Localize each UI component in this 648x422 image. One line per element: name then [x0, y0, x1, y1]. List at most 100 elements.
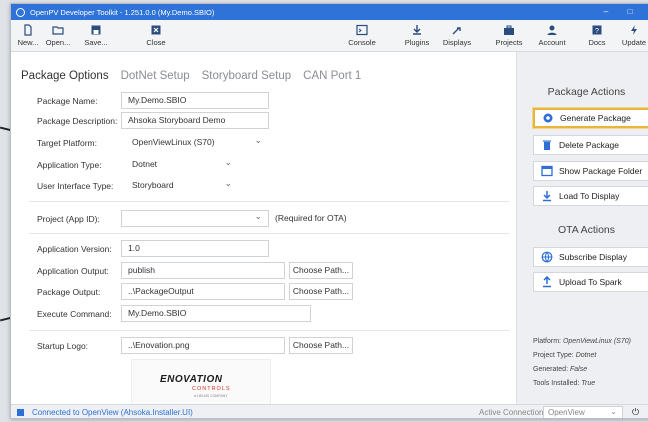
app-version-input[interactable]: 1.0: [121, 240, 269, 257]
upload-icon: [543, 276, 551, 288]
app-window: OpenPV Developer Toolkit - 1.251.0.0 (My…: [10, 3, 648, 419]
divider: [29, 201, 509, 202]
package-description-label: Package Description:: [37, 116, 118, 126]
displays-icon: [452, 27, 461, 35]
app-output-label: Application Output:: [37, 266, 109, 276]
displays-button[interactable]: Displays: [439, 22, 475, 50]
tab-storyboard-setup[interactable]: Storyboard Setup: [202, 70, 292, 82]
active-connection-select[interactable]: OpenView ⌄: [543, 406, 623, 418]
load-to-display-label: Load To Display: [559, 191, 620, 201]
docs-icon: ?: [592, 25, 602, 35]
console-button[interactable]: Console: [345, 22, 379, 50]
plugins-button[interactable]: Plugins: [402, 22, 432, 50]
generate-package-button[interactable]: Generate Package: [533, 108, 648, 128]
project-type-info-value: Dotnet: [575, 352, 597, 359]
subscribe-display-label: Subscribe Display: [559, 252, 628, 262]
delete-package-label: Delete Package: [559, 140, 620, 150]
tab-can-port-1[interactable]: CAN Port 1: [303, 70, 361, 82]
generated-info-label: Generated:: [533, 366, 569, 373]
target-platform-value: OpenViewLinux (S70): [132, 137, 215, 147]
execute-command-input[interactable]: My.Demo.SBIO: [121, 305, 311, 322]
connection-status-icon: [17, 409, 24, 416]
generate-package-label: Generate Package: [560, 113, 631, 123]
displays-label: Displays: [442, 38, 472, 47]
update-button[interactable]: Update: [617, 22, 648, 50]
close-box-icon: [151, 25, 161, 35]
toolbar: New... Open... Save... Close Console Plu…: [11, 20, 648, 52]
download-icon: [543, 191, 551, 202]
tools-installed-info: Tools Installed: True: [533, 380, 595, 387]
plugins-label: Plugins: [404, 38, 430, 47]
target-platform-select[interactable]: OpenViewLinux (S70): [121, 133, 269, 151]
close-button[interactable]: Close: [143, 22, 169, 50]
active-connection-value: OpenView: [548, 408, 585, 417]
ui-type-label: User Interface Type:: [37, 181, 114, 191]
subscribe-display-button[interactable]: Subscribe Display: [533, 247, 648, 267]
show-package-folder-button[interactable]: Show Package Folder: [533, 161, 648, 181]
load-to-display-button[interactable]: Load To Display: [533, 186, 648, 206]
delete-package-button[interactable]: Delete Package: [533, 135, 648, 155]
package-name-label: Package Name:: [37, 96, 98, 106]
globe-icon: [541, 251, 553, 263]
divider: [29, 233, 509, 234]
startup-logo-label: Startup Logo:: [37, 341, 89, 351]
tab-dotnet-setup[interactable]: DotNet Setup: [121, 70, 190, 82]
project-id-note: (Required for OTA): [275, 213, 347, 223]
update-icon: [631, 25, 637, 35]
title-bar: OpenPV Developer Toolkit - 1.251.0.0 (My…: [11, 4, 648, 20]
save-label: Save...: [84, 38, 108, 47]
target-platform-label: Target Platform:: [37, 138, 97, 148]
logo-sub: CONTROLS: [192, 386, 231, 392]
generated-info: Generated: False: [533, 366, 587, 373]
upload-to-spark-label: Upload To Spark: [559, 277, 622, 287]
upload-to-spark-button[interactable]: Upload To Spark: [533, 272, 648, 292]
tab-package-options[interactable]: Package Options: [21, 70, 109, 82]
connection-status-text: Connected to OpenView (Ahsoka.Installer.…: [32, 408, 193, 417]
power-icon[interactable]: ⏻: [632, 407, 639, 418]
trash-icon: [543, 140, 551, 150]
app-version-label: Application Version:: [37, 244, 112, 254]
open-button[interactable]: Open...: [43, 22, 73, 50]
folder-window-icon: [541, 165, 553, 177]
app-output-choose-path-button[interactable]: Choose Path...: [289, 262, 353, 279]
package-output-choose-path-button[interactable]: Choose Path...: [289, 283, 353, 300]
app-output-input[interactable]: publish: [121, 262, 285, 279]
console-label: Console: [348, 38, 376, 47]
docs-label: Docs: [588, 38, 606, 47]
platform-info-label: Platform:: [533, 338, 562, 345]
account-label: Account: [538, 38, 566, 47]
app-logo-icon: [16, 7, 25, 17]
ota-actions-heading: OTA Actions: [558, 224, 615, 236]
chevron-down-icon: ⌄: [610, 407, 617, 416]
save-button[interactable]: Save...: [81, 22, 111, 50]
minimize-button[interactable]: –: [594, 4, 618, 20]
update-label: Update: [621, 38, 647, 47]
close-window-button[interactable]: 2: [639, 4, 648, 20]
project-id-select[interactable]: [121, 209, 269, 227]
startup-logo-input[interactable]: ..\Enovation.png: [121, 337, 285, 354]
new-button[interactable]: New...: [15, 22, 41, 50]
ui-type-value: Storyboard: [132, 180, 174, 190]
active-connection-label: Active Connection:: [479, 408, 546, 417]
package-description-input[interactable]: Ahsoka Storyboard Demo: [121, 112, 269, 129]
show-package-folder-label: Show Package Folder: [559, 166, 643, 176]
package-output-label: Package Output:: [37, 287, 101, 297]
package-output-input[interactable]: ..\PackageOutput: [121, 283, 285, 300]
save-icon: [91, 25, 101, 35]
projects-button[interactable]: Projects: [493, 22, 525, 50]
application-type-select[interactable]: Dotnet: [121, 155, 239, 173]
open-label: Open...: [45, 38, 71, 47]
package-name-input[interactable]: My.Demo.SBIO: [121, 92, 269, 109]
project-type-info: Project Type: Dotnet: [533, 352, 596, 359]
startup-logo-choose-path-button[interactable]: Choose Path...: [289, 337, 353, 354]
account-button[interactable]: Account: [535, 22, 569, 50]
docs-button[interactable]: ? Docs: [584, 22, 610, 50]
window-title: OpenPV Developer Toolkit - 1.251.0.0 (My…: [30, 7, 215, 17]
projects-label: Projects: [495, 38, 523, 47]
ui-type-select[interactable]: Storyboard: [121, 176, 239, 194]
package-actions-heading: Package Actions: [547, 86, 626, 98]
plugins-icon: [413, 25, 421, 35]
generated-info-value: False: [569, 366, 588, 373]
account-icon: [547, 25, 557, 35]
tools-installed-info-label: Tools Installed:: [533, 380, 580, 387]
